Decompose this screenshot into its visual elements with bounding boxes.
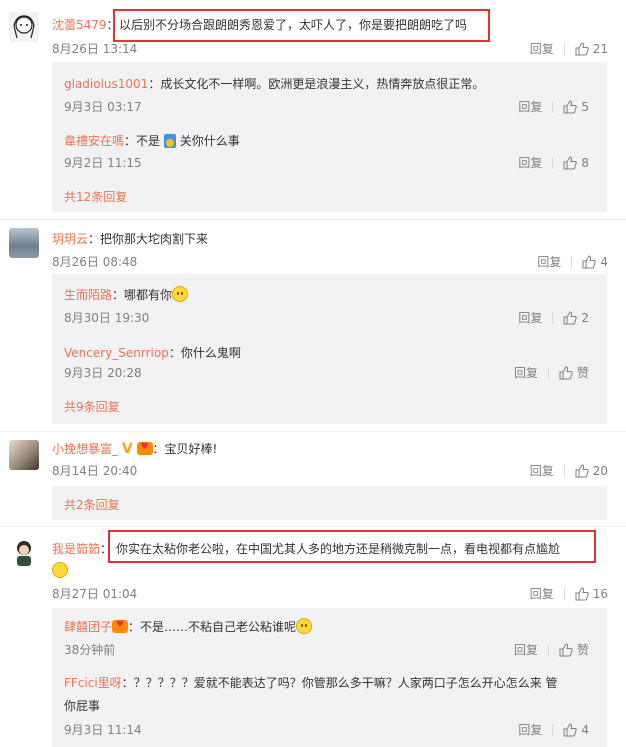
like-count: 4 [600, 254, 608, 269]
avatar[interactable] [9, 12, 39, 42]
comment-time: 8月14日 20:40 [52, 464, 138, 478]
reply-box: gladiolus1001：成长文化不一样啊。欧洲更是浪漫主义，热情奔放点很正常… [52, 62, 607, 212]
reply-text: 不是 [136, 134, 161, 148]
comment-author[interactable]: 玥玥云 [52, 232, 88, 246]
like-count: 20 [592, 463, 608, 478]
reply-text: ？？？？？爱就不能表达了吗？你管那么多干嘛？人家两口子怎么开心怎么来 管 [133, 676, 558, 690]
comment-time: 8月27日 01:04 [52, 587, 138, 601]
thumbs-up-icon [563, 99, 578, 113]
like-button[interactable]: 16 [575, 587, 608, 601]
like-count: 赞 [576, 643, 589, 657]
comment-text: 宝贝好棒! [164, 442, 218, 456]
reply-time: 9月3日 11:14 [64, 723, 142, 737]
like-button[interactable]: 4 [582, 255, 608, 269]
reply-button[interactable]: 回复 [530, 462, 554, 479]
reply-text: 关你什么事 [179, 134, 240, 148]
reply-time: 8月30日 19:30 [64, 311, 150, 325]
comment-text: 你实在太粘你老公啦，在中国尤其人多的地方还是稍微克制一点，看电视都有点尴尬 [116, 542, 561, 556]
like-button[interactable]: 21 [575, 42, 608, 56]
like-count: 赞 [576, 366, 589, 380]
comment-text: 把你那大坨肉割下来 [100, 232, 209, 246]
comment-time: 8月26日 08:48 [52, 255, 138, 269]
reply-box: 生而陌路：哪都有你 8月30日 19:30 回复 2 Vencery_Senrr… [52, 274, 607, 424]
like-count: 16 [592, 586, 608, 601]
reply-button[interactable]: 回复 [518, 154, 542, 171]
reply-author[interactable]: 肆囍团子 [64, 620, 112, 634]
like-count: 2 [581, 310, 589, 325]
like-button[interactable]: 赞 [559, 364, 589, 381]
like-count: 21 [592, 41, 608, 56]
thumbs-up-icon [559, 642, 573, 656]
like-button[interactable]: 20 [575, 464, 608, 478]
reply-button[interactable]: 回复 [514, 641, 538, 658]
avatar[interactable] [9, 228, 39, 258]
like-button[interactable]: 2 [563, 311, 589, 325]
comment-time: 8月26日 13:14 [52, 42, 138, 56]
like-button[interactable]: 4 [563, 723, 589, 737]
smile-emoji-icon [172, 286, 189, 302]
reply-button[interactable]: 回复 [530, 40, 554, 57]
reply-box: 肆囍团子：不是……不粘自己老公粘谁呢 38分钟前 回复 赞 FFcici里呀：？… [52, 608, 607, 747]
reply-time: 9月3日 03:17 [64, 100, 142, 114]
reply-author[interactable]: gladiolus1001 [64, 77, 148, 91]
comment-author[interactable]: 我是筎筎 [52, 542, 100, 556]
reply-button[interactable]: 回复 [518, 98, 542, 115]
laugh-cry-emoji-icon [52, 562, 68, 578]
reply-button[interactable]: 回复 [518, 309, 542, 326]
thumbs-up-icon [575, 463, 589, 477]
reply-text: 成长文化不一样啊。欧洲更是浪漫主义，热情奔放点很正常。 [160, 77, 485, 91]
reply-author[interactable]: Vencery_Senrriop [64, 346, 169, 360]
medal-emoji-icon [163, 134, 176, 148]
avatar[interactable] [9, 537, 39, 567]
fan-crown-icon [136, 442, 153, 455]
thumbs-up-icon [563, 310, 578, 324]
reply-author[interactable]: FFcici里呀 [64, 676, 122, 690]
reply-button[interactable]: 回复 [530, 585, 554, 602]
reply-button[interactable]: 回复 [518, 721, 542, 738]
reply-time: 9月3日 20:28 [64, 366, 142, 380]
reply-text: 不是……不粘自己老公粘谁呢 [140, 620, 297, 634]
fan-crown-icon [112, 620, 129, 633]
reply-author[interactable]: 生而陌路 [64, 288, 112, 302]
more-replies-link[interactable]: 共12条回复 [64, 188, 127, 205]
reply-time: 38分钟前 [64, 643, 116, 657]
thumbs-up-icon [575, 586, 589, 600]
thumbs-up-icon [575, 41, 589, 55]
reply-button[interactable]: 回复 [537, 253, 561, 270]
like-button[interactable]: 赞 [559, 641, 589, 658]
thumbs-up-icon [559, 365, 573, 379]
reply-button[interactable]: 回复 [514, 364, 538, 381]
more-replies-link[interactable]: 共9条回复 [64, 398, 120, 415]
like-button[interactable]: 5 [563, 100, 589, 114]
avatar[interactable] [9, 440, 39, 470]
reply-text: 你屁事 [64, 699, 101, 713]
reply-text: 你什么鬼啊 [180, 346, 241, 360]
like-count: 8 [581, 155, 589, 170]
reply-author[interactable]: 韋禮安在嗎 [64, 134, 124, 148]
comment-text: 以后别不分场合跟朗朗秀恩爱了，太吓人了，你是要把朗朗吃了吗 [119, 18, 468, 32]
laugh-emoji-icon [296, 618, 313, 634]
more-replies-link[interactable]: 共2条回复 [64, 496, 120, 513]
reply-time: 9月2日 11:15 [64, 156, 142, 170]
like-count: 5 [581, 99, 589, 114]
verified-badge-icon: V [121, 441, 133, 457]
thumbs-up-icon [582, 254, 597, 268]
comment-author[interactable]: 沈蕾5479 [52, 18, 107, 32]
like-count: 4 [581, 722, 589, 737]
thumbs-up-icon [563, 155, 578, 169]
reply-box: 共2条回复 [52, 486, 607, 520]
comment-author[interactable]: 小挽想暴富_ [52, 442, 118, 456]
reply-text: 哪都有你 [124, 288, 173, 302]
like-button[interactable]: 8 [563, 156, 589, 170]
thumbs-up-icon [563, 722, 578, 736]
